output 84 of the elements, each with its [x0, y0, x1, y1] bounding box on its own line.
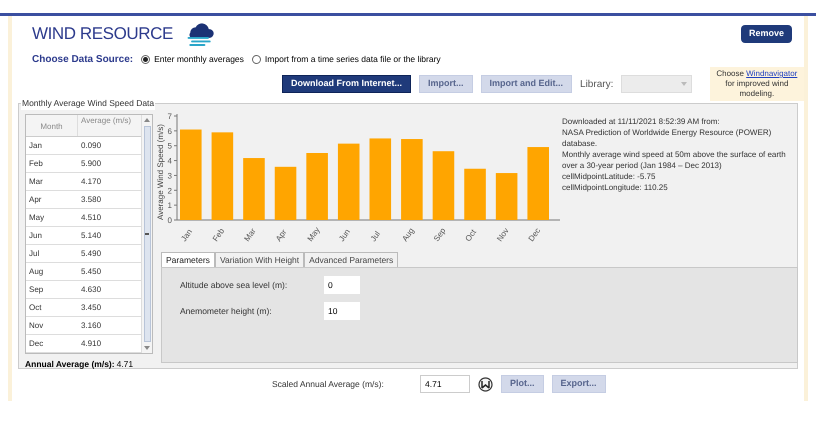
axis-label: Jan — [179, 227, 194, 244]
radio-option[interactable]: Enter monthly averages — [141, 53, 244, 66]
y-tick-label: 6 — [168, 126, 173, 136]
table-cell-text: Dec — [28, 338, 44, 350]
radio-icon[interactable] — [141, 55, 150, 64]
axis-label: Oct — [464, 228, 478, 244]
scroll-bar[interactable] — [141, 115, 152, 353]
y-tick-label: 2 — [168, 186, 173, 196]
axis-label: Apr — [274, 228, 289, 244]
bar — [274, 166, 296, 220]
info-text: cellMidpointLongitude: 110.25 — [562, 182, 669, 193]
bar — [464, 168, 486, 220]
info-text: Monthly average wind speed at 50m above the surface of earth over a 30-year period (Jan 1984 – Dec 2013) — [562, 149, 787, 171]
scaled-average-label: Scaled Annual Average (m/s): — [272, 378, 385, 390]
tab[interactable]: Variation With Height — [214, 252, 304, 267]
axis-label: Mar — [242, 226, 258, 244]
y-tick-label: 3 — [168, 171, 173, 180]
table-cell-text: 4.630 — [80, 284, 102, 296]
caret-icon — [680, 82, 687, 86]
axis-label: Feb — [210, 226, 226, 244]
data-source-label: Choose Data Source: — [32, 53, 134, 67]
axis-label: Nov — [495, 226, 511, 244]
table-cell-text: May — [28, 212, 46, 224]
tab[interactable]: Advanced Parameters — [304, 252, 398, 267]
input-field[interactable]: 10 — [324, 302, 360, 320]
y-axis: 0 1 2 3 4 5 6 7 — [168, 112, 178, 225]
bar — [496, 173, 518, 220]
table-cell-text: 5.450 — [80, 266, 102, 278]
table-cell-text: Mar — [28, 176, 44, 188]
table-cell-text: Feb — [28, 158, 44, 170]
bar — [432, 151, 454, 220]
library-label: Library: — [580, 78, 614, 92]
table-cell-text: Sep — [28, 284, 44, 296]
column-header: Average (m/s) — [80, 115, 132, 127]
annual-average-label: Annual Average (m/s): — [25, 359, 115, 369]
info-text: cellMidpointLatitude: -5.75 — [562, 171, 656, 182]
table-cell-text: 5.140 — [80, 230, 102, 242]
table-cell-text: 3.450 — [80, 302, 102, 314]
tip-text: Choose Windnavigator for improved wind modeling. — [710, 67, 804, 101]
field-label: Altitude above sea level (m): — [180, 278, 288, 292]
bar — [306, 153, 328, 220]
table-cell-text: Oct — [28, 302, 42, 314]
axis-title: Average Wind Speed (m/s) — [156, 124, 165, 220]
table-cell-text: 4.170 — [80, 176, 102, 188]
radio-option[interactable]: Import from a time series data file or the library — [252, 53, 441, 66]
radio-icon[interactable] — [252, 55, 261, 64]
field-label: Anemometer height (m): — [180, 304, 273, 318]
scaled-average-field[interactable]: 4.71 — [420, 375, 470, 393]
table-cell-text: 0.090 — [80, 140, 102, 152]
input-field[interactable]: 0 — [324, 276, 360, 294]
y-tick-label: 0 — [168, 216, 173, 225]
table-cell-text: 3.160 — [80, 320, 102, 332]
table-cell-text: 4.910 — [80, 338, 102, 350]
group-title: Monthly Average Wind Speed Data — [21, 97, 156, 110]
wind-turbine-button[interactable] — [478, 376, 493, 392]
axis-label: Jul — [368, 230, 382, 244]
axis-label: Sep — [432, 226, 448, 244]
y-tick-label: 1 — [168, 201, 173, 210]
action-button[interactable]: Download From Internet... — [282, 75, 412, 93]
axis-label: Jun — [337, 227, 352, 244]
table-cell-text: 5.900 — [80, 158, 102, 170]
table-cell-text: 3.580 — [80, 194, 102, 206]
table-cell-text: Apr — [28, 194, 42, 206]
y-tick-label: 5 — [168, 142, 173, 151]
windnavigator-link[interactable]: Windnavigator — [746, 69, 798, 78]
table-cell-text: Nov — [28, 320, 44, 332]
table-cell-text: Jan — [28, 140, 43, 152]
table-cell-text: Aug — [28, 266, 44, 278]
bar — [243, 158, 265, 220]
table-cell-text: 5.490 — [80, 248, 102, 260]
tab[interactable]: Parameters — [161, 252, 215, 267]
info-text: Downloaded at 11/11/2021 8:52:39 AM from: — [562, 116, 721, 127]
table-cell-text: Jun — [28, 230, 43, 242]
info-text: NASA Prediction of Worldwide Energy Resource (POWER) database. — [562, 127, 772, 149]
page-title: WIND RESOURCE — [32, 22, 173, 45]
y-tick-label: 7 — [168, 112, 173, 121]
column-header: Month — [26, 115, 78, 136]
annual-average-value: 4.71 — [116, 359, 134, 369]
axis-label: Dec — [526, 226, 542, 244]
y-tick-label: 4 — [168, 156, 173, 166]
table-cell-text: 4.510 — [80, 212, 102, 224]
axis-label: Aug — [400, 226, 416, 244]
remove-button[interactable]: Remove — [740, 25, 792, 43]
table-cell-text: Jul — [28, 248, 40, 260]
